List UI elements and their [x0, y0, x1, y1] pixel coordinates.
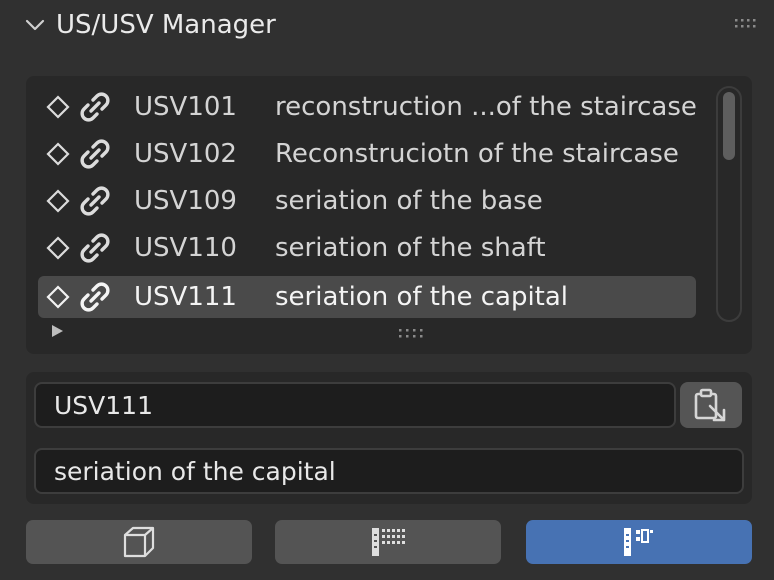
usv-list[interactable]: USV101 reconstruction ...of the staircas…: [26, 76, 752, 354]
link-icon: [80, 92, 110, 122]
row-description: Reconstruciotn of the staircase: [275, 139, 679, 169]
expand-triangle-icon[interactable]: [50, 324, 64, 338]
row-description: seriation of the base: [275, 186, 543, 216]
row-code: USV102: [134, 139, 237, 169]
resize-grip-icon[interactable]: [398, 328, 424, 340]
list-scrollbar[interactable]: [716, 86, 742, 322]
link-icon: [80, 139, 110, 169]
row-code: USV109: [134, 186, 237, 216]
diamond-icon: [46, 142, 70, 166]
list-item-selected[interactable]: USV111 seriation of the capital: [38, 276, 696, 318]
list-item[interactable]: USV110 seriation of the shaft: [38, 227, 696, 269]
link-icon: [80, 233, 110, 263]
list-item[interactable]: USV109 seriation of the base: [38, 180, 696, 222]
row-description: seriation of the capital: [275, 282, 569, 312]
description-field[interactable]: [34, 448, 744, 494]
list-layout-icon: [372, 528, 405, 556]
link-icon: [80, 282, 110, 312]
row-description: reconstruction ...of the staircase: [275, 92, 697, 122]
row-description: seriation of the shaft: [275, 233, 546, 263]
list-item[interactable]: USV101 reconstruction ...of the staircas…: [38, 86, 697, 128]
row-code: USV101: [134, 92, 237, 122]
diamond-icon: [46, 236, 70, 260]
drag-grip-icon[interactable]: [734, 18, 758, 30]
row-code: USV110: [134, 233, 237, 263]
paste-button[interactable]: [680, 382, 742, 428]
diamond-icon: [46, 285, 70, 309]
scrollbar-thumb[interactable]: [723, 92, 735, 160]
cube-icon: [123, 526, 155, 558]
edit-fields: [26, 372, 752, 504]
grid-layout-icon: [624, 528, 653, 556]
chevron-down-icon[interactable]: [24, 14, 46, 36]
link-icon: [80, 186, 110, 216]
row-code: USV111: [134, 282, 237, 312]
list-layout-button[interactable]: [275, 520, 501, 564]
list-item[interactable]: USV102 Reconstruciotn of the staircase: [38, 133, 696, 175]
diamond-icon: [46, 189, 70, 213]
grid-layout-button[interactable]: [526, 520, 752, 564]
panel-header[interactable]: US/USV Manager: [0, 0, 774, 52]
panel-title: US/USV Manager: [56, 10, 276, 40]
name-field[interactable]: [34, 382, 676, 428]
paste-icon: [694, 388, 726, 422]
cube-view-button[interactable]: [26, 520, 252, 564]
diamond-icon: [46, 95, 70, 119]
